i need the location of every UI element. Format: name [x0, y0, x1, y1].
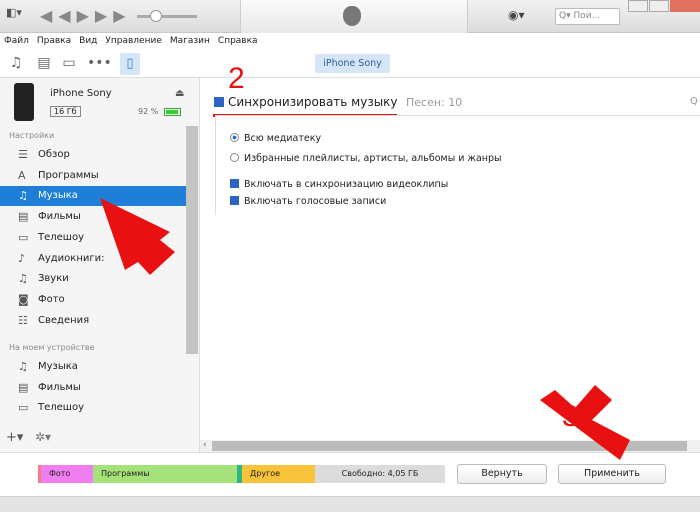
annotation-number-3: 3: [562, 400, 579, 433]
annotation-number-1: 1: [133, 228, 150, 261]
annotation-arrow-3: [540, 385, 630, 460]
annotation-number-2: 2: [228, 62, 245, 95]
annotation-arrows: [100, 198, 630, 460]
